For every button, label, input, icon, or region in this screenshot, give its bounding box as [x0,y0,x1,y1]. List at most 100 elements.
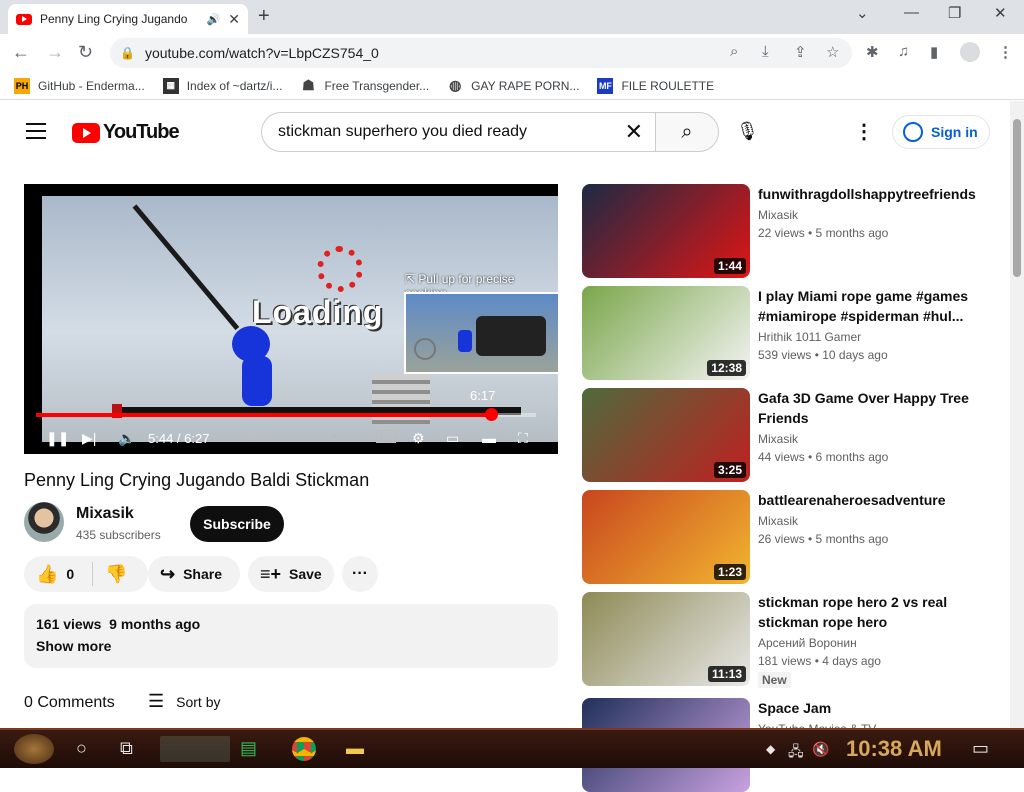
related-video-thumbnail[interactable]: 1:44 [582,184,750,278]
scrubber-handle[interactable] [485,408,498,421]
captions-icon[interactable]: CC [376,430,397,443]
minimize-icon[interactable]: — [904,4,919,21]
related-video-item[interactable]: 1:44 funwithragdollshappytreefriends Mixas… [582,184,1002,278]
bookmark-favicon-icon: MF [597,77,614,94]
sort-by-button[interactable]: ☰ Sort by [148,691,221,712]
tab-close-icon[interactable]: ✕ [228,11,240,28]
tray-expand-icon[interactable]: ◆ [766,742,775,756]
related-video-thumbnail[interactable]: 1:23 [582,490,750,584]
start-button-icon[interactable] [14,734,54,764]
subscribe-button[interactable]: Subscribe [190,506,284,542]
browser-tab[interactable]: Penny Ling Crying Jugando 🔊 ✕ [8,4,248,34]
related-video-title[interactable]: funwithragdollshappytreefriends [758,184,998,204]
extensions-icon[interactable]: ✱ [866,43,879,61]
search-input[interactable]: stickman superhero you died ready ✕ [261,112,657,152]
task-view-icon[interactable]: ⧉ [120,738,133,759]
file-explorer-icon[interactable]: ▬ [346,738,364,759]
settings-gear-icon[interactable]: ⚙ [412,430,425,447]
settings-more-icon[interactable]: ⋮ [854,119,874,144]
theater-mode-icon[interactable]: ▬ [482,430,496,446]
stickman-body [242,356,272,406]
youtube-logo[interactable]: YouTube [72,121,180,144]
miniplayer-icon[interactable]: ▭ [446,430,459,447]
scrollbar-thumb[interactable] [1013,119,1021,277]
sign-in-button[interactable]: Sign in [892,115,990,149]
related-video-thumbnail[interactable]: 11:13 [582,592,750,686]
save-label: Save [289,566,322,582]
menu-icon[interactable] [26,123,46,139]
tab-audio-icon[interactable]: 🔊 [207,13,221,26]
install-icon[interactable]: ⤓ [762,43,769,60]
show-more-link[interactable]: Show more [36,638,546,654]
share-icon[interactable]: ⇪ [794,43,807,61]
cortana-icon[interactable]: ○ [76,738,87,759]
share-button[interactable]: ↪ Share [148,556,240,592]
chrome-taskbar-icon[interactable] [292,737,316,761]
clear-search-icon[interactable]: ✕ [625,119,643,145]
related-video-channel[interactable]: Арсений Воронин [758,636,998,650]
related-video-meta: 181 views • 4 days ago [758,654,881,668]
notes-app-icon[interactable]: ▤ [240,738,257,759]
address-bar[interactable]: 🔒 youtube.com/watch?v=LbpCZS754_0 [110,38,852,68]
back-icon[interactable]: ← [12,42,30,63]
related-video-item[interactable]: 12:38 I play Miami rope game #games #miam… [582,286,1002,380]
related-video-channel[interactable]: Hrithik 1011 Gamer [758,330,998,344]
channel-avatar[interactable] [24,502,64,542]
chrome-menu-icon[interactable]: ⋮ [998,43,1013,61]
volume-muted-icon[interactable]: 🔇 [812,741,829,758]
pause-icon[interactable]: ❚❚ [46,430,69,447]
tab-search-icon[interactable]: ⌄ [856,4,869,22]
autoplay-toggle-icon[interactable]: ⏸ [332,430,338,443]
side-panel-icon[interactable]: ▮ [930,43,938,61]
related-video-thumbnail[interactable]: 3:25 [582,388,750,482]
related-video-item[interactable]: 3:25 Gafa 3D Game Over Happy Tree Friends… [582,388,1002,482]
reload-icon[interactable]: ↻ [78,42,93,63]
bookmark-item[interactable]: MF FILE ROULETTE [597,77,714,94]
taskbar-search-box[interactable] [160,736,230,762]
sort-icon: ☰ [148,691,165,711]
related-video-title[interactable]: stickman rope hero 2 vs real stickman ro… [758,592,998,632]
page-scrollbar[interactable] [1010,101,1024,728]
microphone-icon[interactable]: 🎙 [736,121,759,142]
next-icon[interactable]: ▶| [82,430,96,447]
dislike-icon[interactable]: 👎 [105,564,127,585]
description-box[interactable]: 161 views 9 months ago Show more [24,604,558,668]
related-video-channel[interactable]: Mixasik [758,432,998,446]
related-video-thumbnail[interactable]: 12:38 [582,286,750,380]
youtube-favicon-icon [16,13,32,25]
zoom-search-icon[interactable]: ⌕ [730,43,738,60]
notifications-icon[interactable]: ▭ [972,738,989,759]
related-video-title[interactable]: Space Jam [758,698,998,718]
more-actions-icon[interactable]: ··· [342,556,378,592]
related-video-title[interactable]: battlearenaheroesadventure [758,490,998,510]
bookmark-star-icon[interactable]: ☆ [826,43,839,61]
related-video-title[interactable]: Gafa 3D Game Over Happy Tree Friends [758,388,998,428]
video-player[interactable]: Loading ⇱ Pull up for precise seeking 6:… [24,184,558,454]
fullscreen-icon[interactable]: ⛶ [518,430,528,447]
media-control-icon[interactable]: ♫ [898,43,909,60]
related-video-item[interactable]: 1:23 battlearenaheroesadventure Mixasik 26 … [582,490,1002,584]
progress-bar[interactable] [36,408,536,421]
lock-icon[interactable]: 🔒 [120,46,135,60]
like-count[interactable]: 0 [66,566,74,582]
bookmark-item[interactable]: PH GitHub - Enderma... [14,77,145,94]
close-window-icon[interactable]: ✕ [994,4,1007,22]
search-button[interactable]: ⌕ [655,112,719,152]
related-video-channel[interactable]: Mixasik [758,514,998,528]
bookmark-item[interactable]: ◍ GAY RAPE PORN... [447,77,579,94]
network-icon[interactable]: 🖧 [788,741,804,765]
forward-icon[interactable]: → [46,42,64,63]
taskbar-clock[interactable]: 10:38 AM [846,736,942,762]
bookmark-item[interactable]: ☗ Free Transgender... [300,77,429,94]
related-video-title[interactable]: I play Miami rope game #games #miamirope… [758,286,998,326]
like-icon[interactable]: 👍 [36,564,58,585]
profile-icon[interactable] [960,42,980,62]
save-button[interactable]: ≡+ Save [248,556,334,592]
new-tab-icon[interactable]: + [258,5,270,28]
restore-icon[interactable]: ❐ [948,4,961,22]
channel-name[interactable]: Mixasik [76,505,134,523]
related-video-channel[interactable]: Mixasik [758,208,998,222]
volume-icon[interactable]: 🔈 [118,430,135,447]
bookmark-item[interactable]: ▦ Index of ~dartz/i... [162,77,282,94]
related-video-item[interactable]: 11:13 stickman rope hero 2 vs real stickm… [582,592,1002,688]
